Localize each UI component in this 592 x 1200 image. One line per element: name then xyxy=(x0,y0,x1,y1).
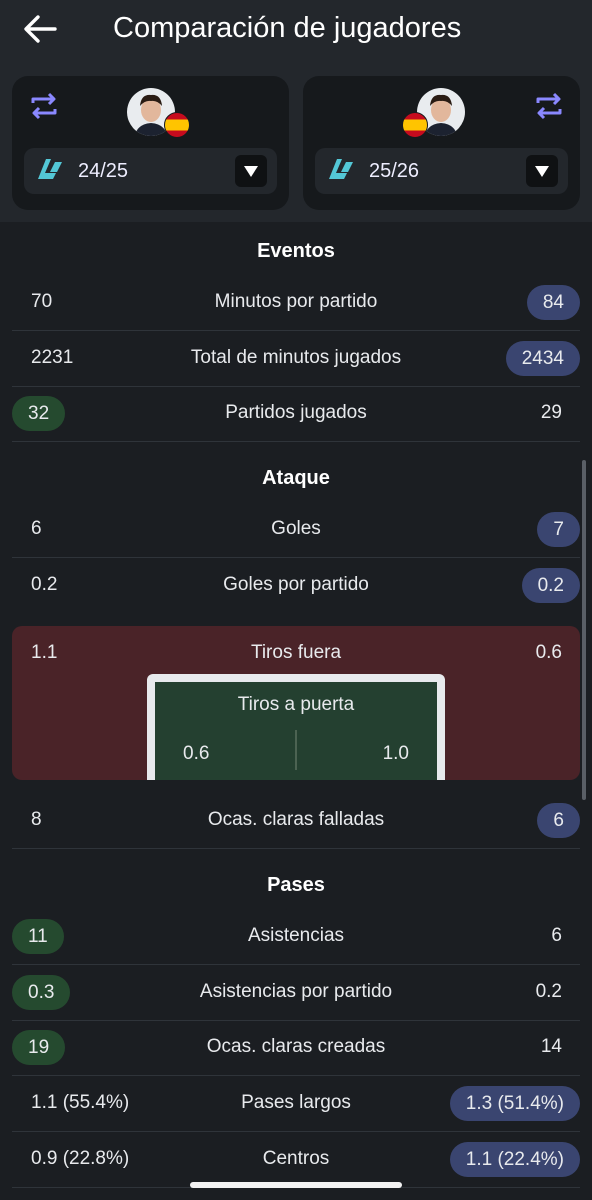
stat-label: Asistencias xyxy=(247,925,345,946)
stat-right-value: 84 xyxy=(526,285,580,320)
stat-label: Goles por partido xyxy=(223,574,369,595)
stat-row: 11 Asistencias 6 xyxy=(12,909,580,965)
stat-row: 8 Ocas. claras falladas 6 xyxy=(12,793,580,849)
season-dropdown-right[interactable]: 25/26 xyxy=(315,148,568,194)
stat-label: Ocas. claras falladas xyxy=(207,809,385,830)
back-arrow-icon[interactable] xyxy=(22,14,58,44)
stat-right-value: 29 xyxy=(540,402,562,423)
stat-right-value: 6 xyxy=(537,803,580,838)
section-title-ataque: Ataque xyxy=(262,467,330,489)
player-card-left: 24/25 xyxy=(12,76,289,210)
stat-right-value: 7 xyxy=(537,512,580,547)
section-title-pases: Pases xyxy=(267,874,325,896)
stat-right-value: 0.2 xyxy=(535,981,562,1002)
stat-label: Tiros fuera xyxy=(250,642,342,663)
swap-player-icon[interactable] xyxy=(533,90,565,122)
stat-label: Partidos jugados xyxy=(225,402,367,423)
stat-label: Asistencias por partido xyxy=(199,981,393,1002)
chevron-down-icon[interactable] xyxy=(526,155,558,187)
goal-frame: Tiros a puerta 0.6 1.0 xyxy=(147,674,445,780)
spain-flag-icon xyxy=(164,112,190,138)
player-selector-panel: 24/25 25/26 xyxy=(0,62,592,222)
season-dropdown-left[interactable]: 24/25 xyxy=(24,148,277,194)
shots-highlight-card: 1.1 Tiros fuera 0.6 Tiros a puerta 0.6 1… xyxy=(12,626,580,780)
stat-right-value: 1.1 (22.4%) xyxy=(449,1142,580,1177)
on-target-left-value: 0.6 xyxy=(183,743,210,764)
stat-right-value: 1.3 (51.4%) xyxy=(449,1086,580,1121)
section-title-eventos: Eventos xyxy=(257,240,335,262)
home-indicator[interactable] xyxy=(190,1182,402,1188)
page-title: Comparación de jugadores xyxy=(113,12,462,44)
stat-right-value: 14 xyxy=(540,1036,562,1057)
stat-row: 19 Ocas. claras creadas 14 xyxy=(12,1020,580,1076)
stat-label: Total de minutos jugados xyxy=(190,347,402,368)
laliga-logo-icon xyxy=(36,156,66,186)
season-label: 24/25 xyxy=(78,160,129,182)
goal-divider xyxy=(295,730,297,770)
laliga-logo-icon xyxy=(327,156,357,186)
player-card-right: 25/26 xyxy=(303,76,580,210)
stat-right-value: 0.2 xyxy=(521,568,580,603)
stat-row: 32 Partidos jugados 29 xyxy=(12,386,580,442)
season-label: 25/26 xyxy=(369,160,420,182)
scrollbar[interactable] xyxy=(582,460,586,800)
stat-row: 1.1 (55.4%) Pases largos 1.3 (51.4%) xyxy=(12,1076,580,1132)
stat-row: 0.2 Goles por partido 0.2 xyxy=(12,558,580,613)
on-target-label: Tiros a puerta xyxy=(237,694,355,715)
stat-label: Goles xyxy=(271,518,321,539)
top-bar: Comparación de jugadores xyxy=(0,0,592,62)
swap-player-icon[interactable] xyxy=(28,90,60,122)
stat-row: 0.3 Asistencias por partido 0.2 xyxy=(12,965,580,1021)
stat-right-value: 0.6 xyxy=(535,642,562,663)
goal-area: Tiros a puerta 0.6 1.0 xyxy=(155,682,437,780)
stat-row: 70 Minutos por partido 84 xyxy=(12,275,580,331)
on-target-right-value: 1.0 xyxy=(382,743,409,764)
stat-row: 2231 Total de minutos jugados 2434 xyxy=(12,331,580,387)
stat-label: Ocas. claras creadas xyxy=(206,1036,386,1057)
stat-right-value: 2434 xyxy=(505,341,580,376)
stat-right-value: 6 xyxy=(551,925,562,946)
stat-label: Minutos por partido xyxy=(214,291,378,312)
spain-flag-icon xyxy=(402,112,428,138)
stat-row: 6 Goles 7 xyxy=(12,502,580,558)
stat-row: 0.9 (22.8%) Centros 1.1 (22.4%) xyxy=(12,1132,580,1188)
chevron-down-icon[interactable] xyxy=(235,155,267,187)
